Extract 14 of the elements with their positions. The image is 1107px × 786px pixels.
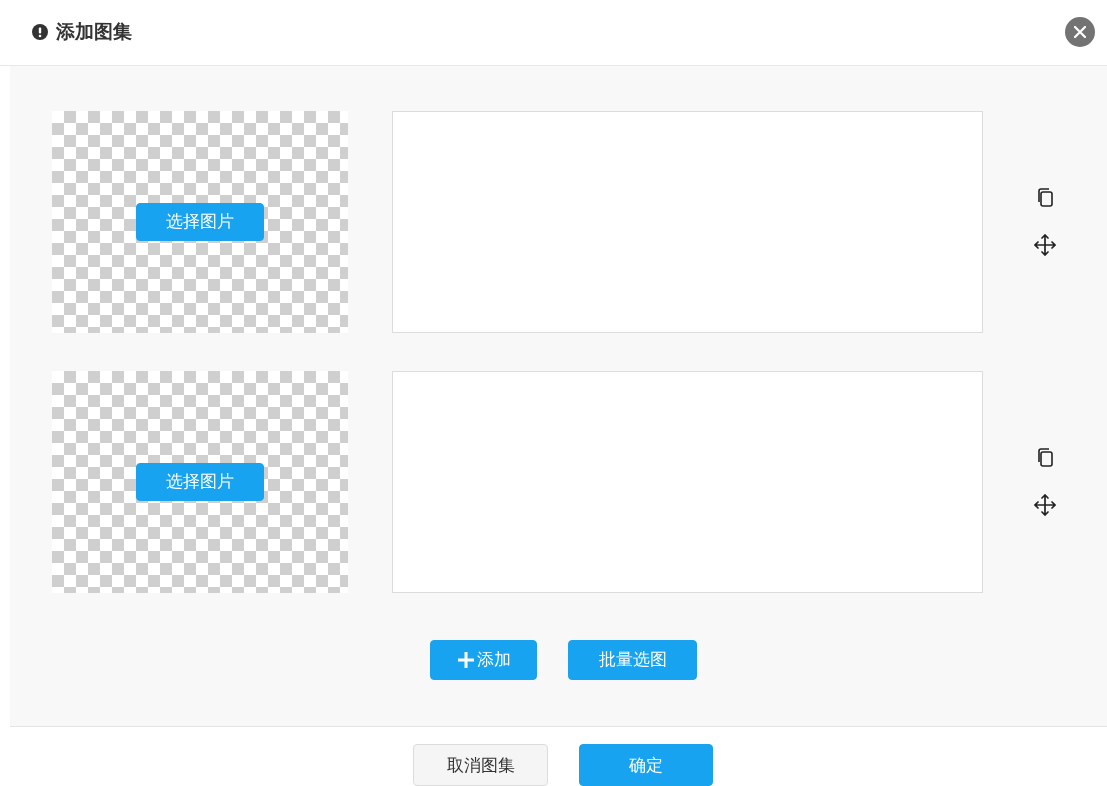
batch-select-button[interactable]: 批量选图 (568, 639, 697, 680)
copy-icon[interactable] (1036, 187, 1055, 208)
select-image-button[interactable]: 选择图片 (136, 462, 265, 501)
move-icon[interactable] (1034, 493, 1057, 516)
plus-icon (456, 650, 475, 669)
confirm-button[interactable]: 确定 (579, 744, 713, 786)
dialog-title: 添加图集 (56, 19, 132, 45)
select-image-button[interactable]: 选择图片 (136, 202, 265, 241)
copy-icon[interactable] (1036, 447, 1055, 468)
cancel-button[interactable]: 取消图集 (413, 744, 548, 786)
add-button[interactable]: 添加 (430, 639, 537, 680)
close-icon[interactable] (1065, 17, 1095, 48)
move-icon[interactable] (1034, 233, 1057, 256)
alert-icon (32, 24, 48, 41)
